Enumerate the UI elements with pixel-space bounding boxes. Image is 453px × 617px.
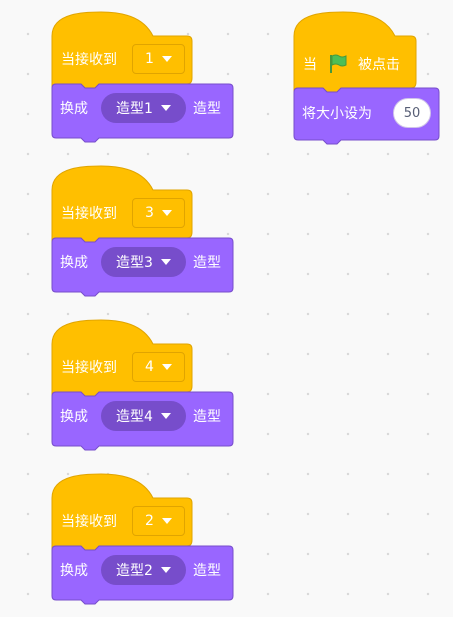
- block-shapes: [51, 11, 234, 143]
- action-label: 将大小设为: [302, 106, 372, 122]
- action-label: 换成: [60, 101, 88, 117]
- dropdown-caret-icon: [161, 56, 172, 62]
- costume-dropdown[interactable]: 造型1: [101, 93, 186, 123]
- dropdown-caret-icon: [160, 259, 171, 265]
- size-input[interactable]: 50: [393, 98, 431, 128]
- message-value: 3: [145, 205, 154, 221]
- costume-value: 造型4: [116, 409, 153, 425]
- hat-label: 当接收到: [61, 52, 117, 68]
- message-value: 1: [145, 51, 154, 67]
- block-shapes: [51, 319, 234, 451]
- costume-value: 造型2: [116, 563, 153, 579]
- action-label: 换成: [60, 255, 88, 271]
- script-receive-4[interactable]: 当接收到 4 换成 造型4 造型: [51, 319, 251, 456]
- block-shapes: [51, 473, 234, 605]
- costume-dropdown[interactable]: 造型4: [101, 401, 186, 431]
- hat-label: 当接收到: [61, 514, 117, 530]
- script-receive-2[interactable]: 当接收到 2 换成 造型2 造型: [51, 473, 251, 610]
- suffix-label: 造型: [193, 101, 221, 117]
- suffix-label: 造型: [193, 255, 221, 271]
- dropdown-caret-icon: [160, 567, 171, 573]
- message-dropdown[interactable]: 4: [132, 352, 185, 382]
- green-flag-icon: [330, 54, 347, 73]
- script-receive-3[interactable]: 当接收到 3 换成 造型3 造型: [51, 165, 251, 302]
- suffix-label: 造型: [193, 563, 221, 579]
- message-value: 4: [145, 359, 154, 375]
- action-label: 换成: [60, 563, 88, 579]
- dropdown-caret-icon: [161, 518, 172, 524]
- message-dropdown[interactable]: 2: [132, 506, 185, 536]
- block-shapes: [51, 165, 234, 297]
- block-shapes: [293, 11, 440, 145]
- size-value: 50: [403, 105, 421, 121]
- message-dropdown[interactable]: 1: [132, 44, 185, 74]
- message-value: 2: [145, 513, 154, 529]
- suffix-label: 造型: [193, 409, 221, 425]
- dropdown-caret-icon: [160, 105, 171, 111]
- costume-dropdown[interactable]: 造型3: [101, 247, 186, 277]
- message-dropdown[interactable]: 3: [132, 198, 185, 228]
- dropdown-caret-icon: [161, 210, 172, 216]
- costume-dropdown[interactable]: 造型2: [101, 555, 186, 585]
- script-green-flag[interactable]: 当 被点击 将大小设为 50: [293, 11, 443, 148]
- hat-suffix-label: 被点击: [358, 57, 400, 73]
- dropdown-caret-icon: [161, 364, 172, 370]
- hat-label: 当接收到: [61, 206, 117, 222]
- hat-prefix-label: 当: [303, 57, 317, 73]
- costume-value: 造型3: [116, 255, 153, 271]
- script-receive-1[interactable]: 当接收到 1 换成 造型1 造型: [51, 11, 251, 148]
- action-label: 换成: [60, 409, 88, 425]
- dropdown-caret-icon: [160, 413, 171, 419]
- costume-value: 造型1: [116, 101, 153, 117]
- hat-label: 当接收到: [61, 360, 117, 376]
